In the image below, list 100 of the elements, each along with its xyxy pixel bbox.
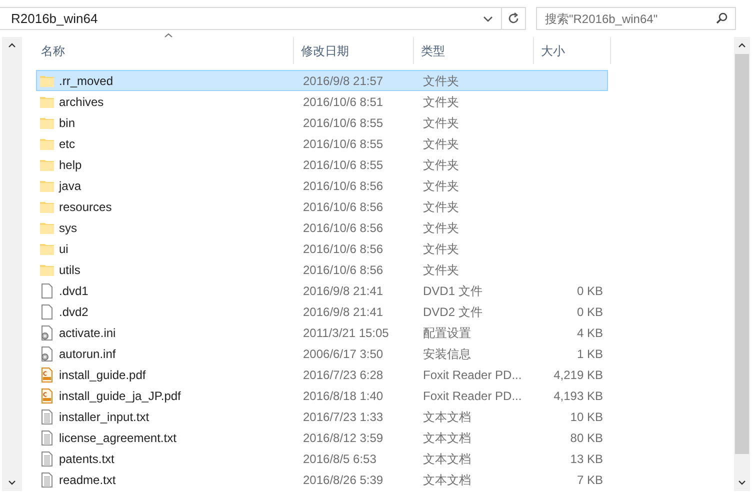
text-file-icon: [39, 408, 55, 424]
file-type: Foxit Reader PD...: [422, 388, 523, 404]
file-type: Foxit Reader PD...: [422, 366, 523, 384]
column-header[interactable]: 名称: [34, 37, 294, 64]
file-row[interactable]: archives 2016/10/6 8:51 文件夹: [36, 91, 608, 112]
file-name[interactable]: ui: [59, 240, 68, 258]
file-name[interactable]: readme.txt: [59, 470, 116, 488]
modified-date: 2016/8/18 1:40: [302, 388, 384, 404]
file-row[interactable]: install_guide.pdf 2016/7/23 6:28 Foxit Reader PD... 4,219 KB: [36, 364, 608, 385]
modified-date: 2016/9/8 21:57: [302, 72, 384, 90]
scroll-down-icon[interactable]: [8, 480, 16, 485]
file-type: 文本文档: [422, 450, 472, 468]
file-name[interactable]: archives: [59, 92, 104, 110]
file-type: 文件夹: [422, 178, 460, 194]
file-size: 4,193 KB: [552, 388, 604, 404]
modified-date: 2016/7/23 1:33: [302, 408, 384, 426]
file-row[interactable]: etc 2016/10/6 8:55 文件夹: [36, 133, 608, 154]
file-type: 文本文档: [422, 408, 472, 426]
scrollbar-thumb[interactable]: [735, 54, 749, 454]
column-header[interactable]: 修改日期: [294, 37, 414, 64]
file-row[interactable]: .dvd1 2016/9/8 21:41 DVD1 文件 0 KB: [36, 280, 608, 301]
file-name[interactable]: utils: [59, 260, 80, 278]
scroll-down-icon[interactable]: [738, 480, 746, 485]
file-name[interactable]: .rr_moved: [59, 72, 114, 90]
file-row[interactable]: help 2016/10/6 8:55 文件夹: [36, 154, 608, 175]
pdf-file-icon: [39, 366, 55, 382]
file-size: 80 KB: [569, 430, 604, 446]
file-type: 文本文档: [422, 430, 472, 446]
search-field[interactable]: 搜索"R2016b_win64": [536, 7, 736, 30]
modified-date: 2016/10/6 8:55: [302, 114, 384, 132]
file-name[interactable]: help: [59, 156, 82, 174]
file-row[interactable]: java 2016/10/6 8:56 文件夹: [36, 175, 608, 196]
file-row[interactable]: autorun.inf 2006/6/17 3:50 安装信息 1 KB: [36, 343, 608, 364]
modified-date: 2016/8/5 6:53: [302, 450, 378, 468]
file-type: 配置设置: [422, 324, 472, 342]
file-name[interactable]: license_agreement.txt: [59, 428, 176, 446]
file-row[interactable]: license_agreement.txt 2016/8/12 3:59 文本文档 80 KB: [36, 427, 608, 448]
file-type: 文件夹: [422, 240, 460, 258]
file-row[interactable]: patents.txt 2016/8/5 6:53 文本文档 13 KB: [36, 448, 608, 469]
column-header[interactable]: 大小: [534, 37, 611, 64]
file-size: 13 KB: [569, 450, 604, 468]
file-name[interactable]: bin: [59, 114, 76, 132]
modified-date: 2011/3/21 15:05: [302, 324, 390, 342]
file-name[interactable]: patents.txt: [59, 450, 114, 468]
modified-date: 2016/10/6 8:56: [302, 220, 384, 236]
nav-scrollbar[interactable]: [2, 37, 22, 491]
modified-date: 2016/8/26 5:39: [302, 472, 384, 488]
file-name[interactable]: install_guide_ja_JP.pdf: [59, 386, 181, 404]
text-file-icon: [39, 472, 55, 488]
file-row[interactable]: ui 2016/10/6 8:56 文件夹: [36, 238, 608, 259]
file-size: 0 KB: [576, 282, 604, 300]
settings-file-icon: [39, 324, 55, 340]
file-name[interactable]: java: [59, 176, 82, 194]
file-type: 文件夹: [422, 114, 460, 132]
scroll-up-icon[interactable]: [8, 43, 16, 48]
file-row[interactable]: resources 2016/10/6 8:56 文件夹: [36, 196, 608, 217]
file-row[interactable]: installer_input.txt 2016/7/23 1:33 文本文档 10 KB: [36, 406, 608, 427]
file-name[interactable]: activate.ini: [59, 324, 116, 342]
file-type: 文件夹: [422, 262, 460, 278]
file-row[interactable]: install_guide_ja_JP.pdf 2016/8/18 1:40 Foxit Reader PD... 4,193 KB: [36, 385, 608, 406]
file-name[interactable]: install_guide.pdf: [59, 366, 146, 384]
file-row[interactable]: bin 2016/10/6 8:55 文件夹: [36, 112, 608, 133]
text-file-icon: [39, 430, 55, 446]
list-scrollbar[interactable]: [734, 37, 750, 491]
modified-date: 2016/9/8 21:41: [302, 282, 384, 300]
file-name[interactable]: installer_input.txt: [59, 408, 150, 426]
file-row[interactable]: readme.txt 2016/8/26 5:39 文本文档 7 KB: [36, 469, 608, 490]
scroll-up-icon[interactable]: [738, 43, 746, 48]
modified-date: 2016/9/8 21:41: [302, 304, 384, 320]
selected-row[interactable]: .rr_moved 2016/9/8 21:57 文件夹: [36, 70, 608, 91]
file-row[interactable]: utils 2016/10/6 8:56 文件夹: [36, 259, 608, 280]
file-size: 0 KB: [576, 304, 604, 320]
file-type: 文件夹: [422, 136, 460, 152]
modified-date: 2016/10/6 8:56: [302, 198, 384, 216]
file-size: 1 KB: [576, 346, 604, 362]
file-size: 7 KB: [576, 472, 604, 488]
text-file-icon: [39, 450, 55, 466]
column-header[interactable]: 类型: [414, 37, 534, 64]
file-type: 文件夹: [422, 72, 460, 90]
dropdown-icon[interactable]: [483, 16, 493, 22]
file-size: 4,219 KB: [552, 366, 604, 384]
file-type: DVD1 文件: [422, 282, 484, 300]
file-type: 文本文档: [422, 472, 472, 488]
file-name[interactable]: .dvd2: [59, 302, 88, 320]
file-name[interactable]: .dvd1: [59, 282, 88, 300]
modified-date: 2016/10/6 8:56: [302, 262, 384, 278]
file-row[interactable]: sys 2016/10/6 8:56 文件夹: [36, 217, 608, 238]
file-name[interactable]: sys: [59, 218, 77, 236]
file-row[interactable]: .dvd2 2016/9/8 21:41 DVD2 文件 0 KB: [36, 301, 608, 322]
file-row[interactable]: activate.ini 2011/3/21 15:05 配置设置 4 KB: [36, 322, 608, 343]
file-type: 文件夹: [422, 94, 460, 110]
file-type: 文件夹: [422, 156, 460, 174]
file-name[interactable]: resources: [59, 198, 112, 216]
file-name[interactable]: autorun.inf: [59, 344, 116, 362]
file-type: DVD2 文件: [422, 304, 484, 320]
refresh-icon[interactable]: [507, 12, 520, 25]
search-icon[interactable]: [716, 12, 728, 24]
address-bar[interactable]: R2016b_win64: [0, 7, 526, 30]
modified-date: 2016/10/6 8:56: [302, 178, 384, 194]
file-name[interactable]: etc: [59, 134, 76, 152]
